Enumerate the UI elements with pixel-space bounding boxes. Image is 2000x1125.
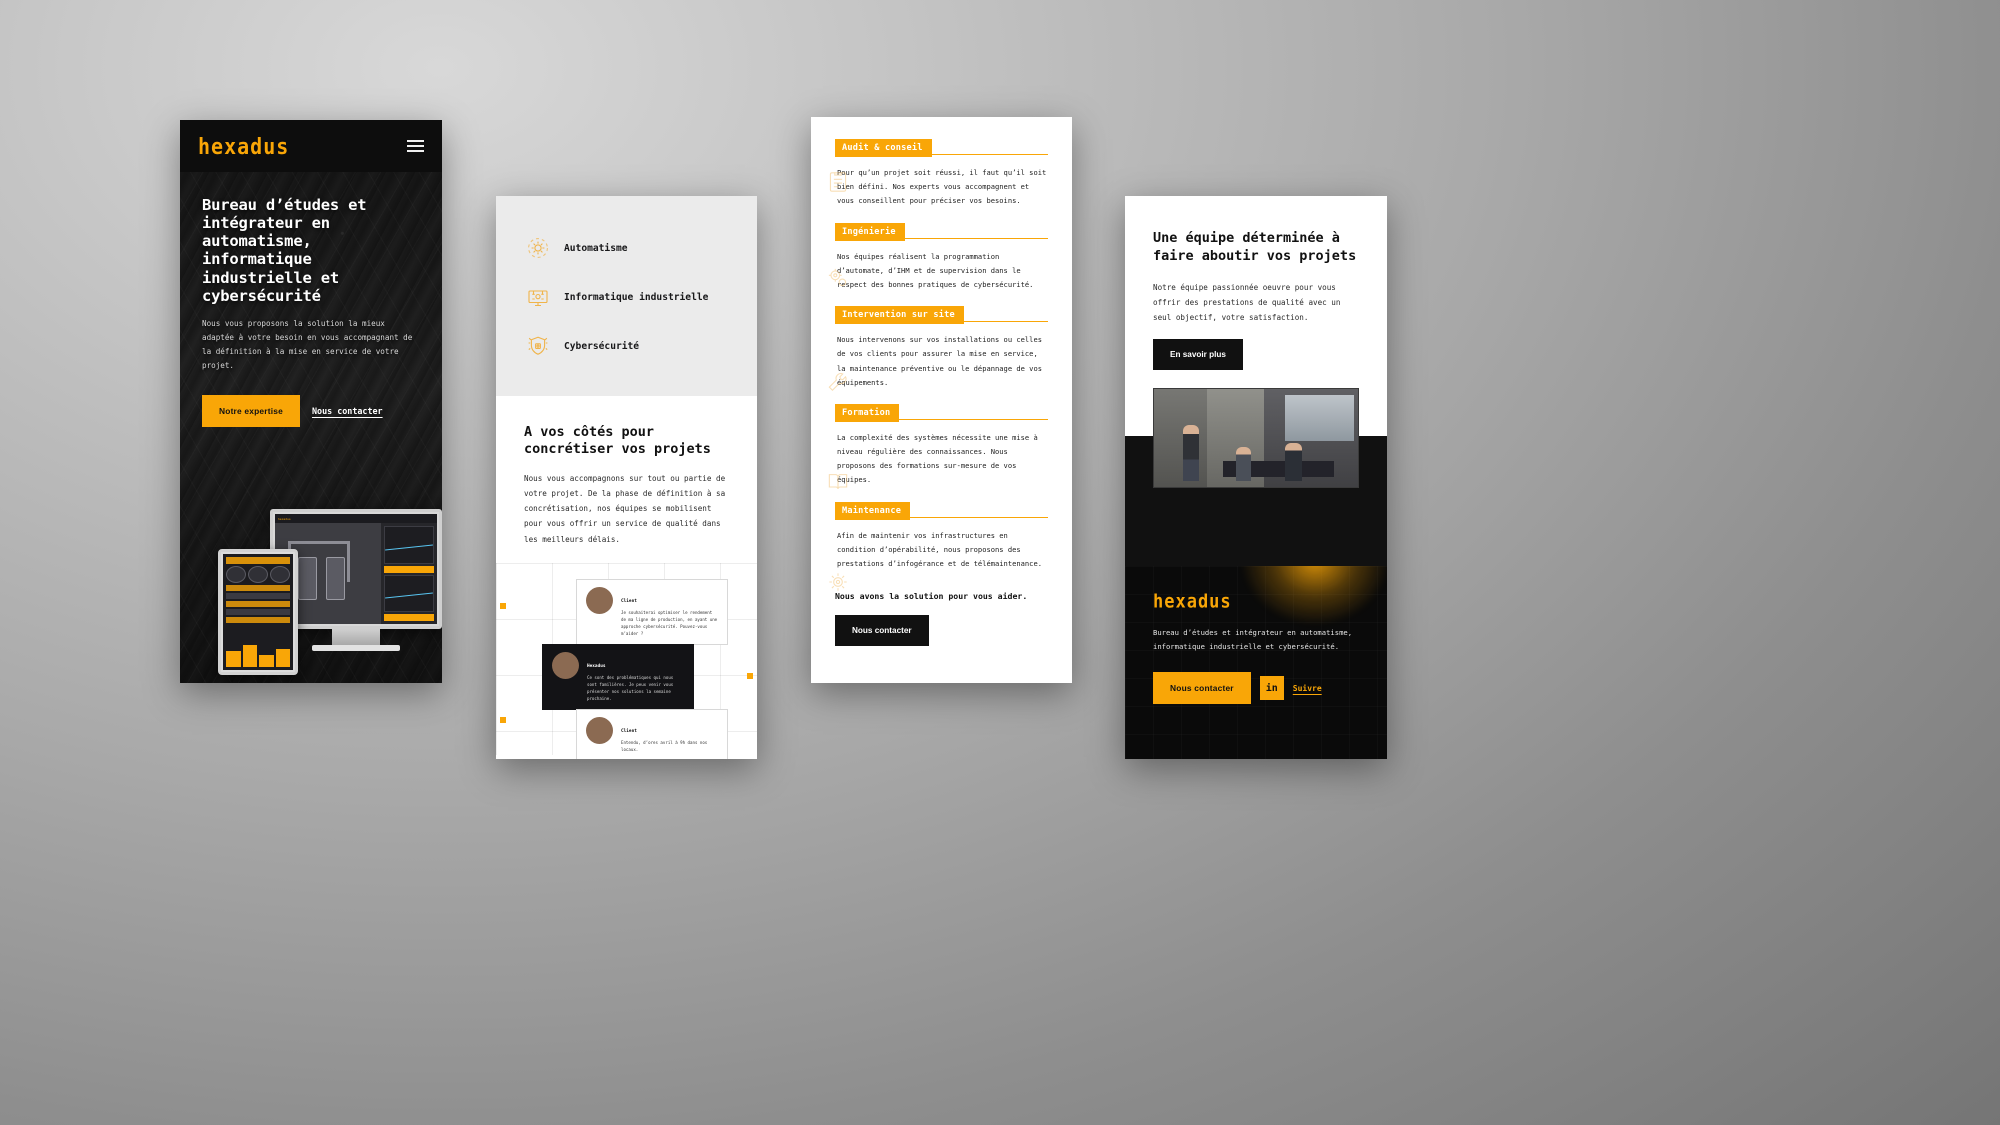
- conversation-illustration: Client Je souhaiterai optimiser le rende…: [496, 562, 757, 759]
- clipboard-audit-icon: [825, 169, 851, 195]
- shield-security-icon: [526, 334, 550, 358]
- gears-engineering-icon: [825, 265, 851, 291]
- notre-expertise-button[interactable]: Notre expertise: [202, 394, 300, 427]
- divider: [910, 516, 1048, 518]
- team-meeting-photo: [1153, 388, 1359, 488]
- brand-logo[interactable]: hexadus: [198, 133, 289, 160]
- process-section: A vos côtés pour concrétiser vos projets…: [496, 396, 757, 759]
- avatar: [586, 716, 613, 744]
- monitor-base: [312, 645, 400, 651]
- divider: [904, 237, 1048, 239]
- service-item-automatisme[interactable]: Automatisme: [526, 236, 727, 260]
- timeline-dot: [747, 672, 753, 679]
- process-text: Nous vous accompagnons sur tout ou parti…: [524, 473, 726, 544]
- divider: [963, 321, 1048, 323]
- team-text: Notre équipe passionnée oeuvre pour vous…: [1153, 283, 1341, 322]
- cog-maintenance-icon: [825, 569, 851, 595]
- chat-author: Client: [621, 598, 637, 604]
- avatar: [552, 651, 579, 679]
- expertise-closing-text: Nous avons la solution pour vous aider.: [835, 591, 1028, 602]
- services-screen-panel: Automatisme Informatique industrielle Cy…: [496, 196, 757, 759]
- hero-cta-group: Notre expertise Nous contacter: [202, 394, 420, 427]
- timeline-dot: [500, 602, 506, 609]
- services-list: Automatisme Informatique industrielle Cy…: [496, 196, 757, 396]
- expertise-tag: Formation: [835, 403, 900, 422]
- service-item-cybersecurite[interactable]: Cybersécurité: [526, 334, 727, 358]
- chat-message: Ce sont des problématiques qui nous sont…: [587, 674, 674, 702]
- chat-bubble-hexadus: Hexadus Ce sont des problématiques qui n…: [542, 643, 694, 711]
- expertise-text: Nos équipes réalisent la programmation d…: [837, 251, 1034, 289]
- person-seated-right: [1284, 443, 1302, 481]
- linkedin-icon[interactable]: in: [1259, 676, 1284, 701]
- team-photo-container: [1125, 388, 1387, 566]
- hero-title: Bureau d’études et intégrateur en automa…: [202, 196, 367, 305]
- process-title: A vos côtés pour concrétiser vos projets: [524, 424, 711, 457]
- suivre-link[interactable]: Suivre: [1293, 684, 1322, 693]
- service-label: Automatisme: [564, 242, 628, 254]
- expertise-screen-panel: Audit & conseil Pour qu’un projet soit r…: [811, 117, 1072, 683]
- hero-navbar: hexadus: [180, 120, 442, 172]
- chat-author: Hexadus: [587, 663, 606, 669]
- avatar: [586, 586, 613, 614]
- expertise-tag: Intervention sur site: [835, 306, 964, 325]
- wrench-onsite-icon: [825, 369, 851, 395]
- service-label: Informatique industrielle: [564, 291, 709, 303]
- timeline-dot: [500, 716, 506, 723]
- nous-contacter-link[interactable]: Nous contacter: [312, 406, 383, 416]
- person-seated-left: [1235, 447, 1251, 481]
- expertise-item-intervention: Intervention sur site Nous intervenons s…: [835, 306, 1048, 390]
- tablet-hmi-mock: [218, 549, 298, 675]
- expertise-text: Pour qu’un projet soit réussi, il faut q…: [837, 168, 1047, 206]
- service-item-informatique-industrielle[interactable]: Informatique industrielle: [526, 285, 727, 309]
- team-screen-panel: Une équipe déterminée à faire aboutir vo…: [1125, 196, 1387, 759]
- expertise-tag: Maintenance: [835, 501, 911, 520]
- expertise-item-formation: Formation La complexité des systèmes néc…: [835, 403, 1048, 488]
- person-standing: [1182, 425, 1199, 481]
- expertise-item-audit: Audit & conseil Pour qu’un projet soit r…: [835, 139, 1048, 209]
- gear-automation-icon: [526, 236, 550, 260]
- en-savoir-plus-button[interactable]: En savoir plus: [1153, 339, 1243, 371]
- expertise-text: Afin de maintenir vos infrastructures en…: [837, 530, 1042, 568]
- expertise-item-maintenance: Maintenance Afin de maintenir vos infras…: [835, 501, 1048, 572]
- expertise-text: La complexité des systèmes nécessite une…: [837, 432, 1038, 485]
- chat-message: Je souhaiterai optimiser le rendement de…: [621, 609, 718, 637]
- divider: [899, 418, 1048, 420]
- monitor-stand: [332, 629, 380, 645]
- footer-text: Bureau d’études et intégrateur en automa…: [1153, 628, 1353, 652]
- expertise-text: Nous intervenons sur vos installations o…: [837, 335, 1042, 387]
- nous-contacter-button[interactable]: Nous contacter: [835, 615, 929, 647]
- service-label: Cybersécurité: [564, 340, 640, 352]
- footer-cta-group: Nous contacter in Suivre: [1153, 672, 1359, 705]
- office-window: [1284, 395, 1354, 441]
- divider: [931, 154, 1048, 155]
- expertise-tag: Audit & conseil: [835, 139, 932, 157]
- expertise-item-ingenierie: Ingénierie Nos équipes réalisent la prog…: [835, 222, 1048, 293]
- hamburger-menu-icon[interactable]: [407, 140, 424, 152]
- chat-bubble-client-2: Client Entendu, d’ores avril à 9h dans n…: [576, 708, 728, 759]
- footer-nous-contacter-button[interactable]: Nous contacter: [1153, 672, 1251, 705]
- chat-author: Client: [621, 728, 637, 734]
- hero-subtitle: Nous vous proposons la solution la mieux…: [202, 318, 413, 370]
- industrial-computer-icon: [526, 285, 550, 309]
- hero-screen-panel: hexadus Bureau d’études et intégrateur e…: [180, 120, 442, 683]
- hmi-device-illustration: hexadus: [198, 509, 442, 679]
- expertise-tag: Ingénierie: [835, 222, 905, 241]
- team-title: Une équipe déterminée à faire aboutir vo…: [1153, 230, 1357, 264]
- hero-body: Bureau d’études et intégrateur en automa…: [180, 172, 442, 683]
- chat-bubble-client-1: Client Je souhaiterai optimiser le rende…: [576, 578, 728, 646]
- footer-logo[interactable]: hexadus: [1153, 591, 1232, 613]
- book-training-icon: [825, 469, 851, 495]
- chat-message: Entendu, d’ores avril à 9h dans nos loca…: [621, 739, 708, 752]
- site-footer: hexadus Bureau d’études et intégrateur e…: [1125, 566, 1387, 759]
